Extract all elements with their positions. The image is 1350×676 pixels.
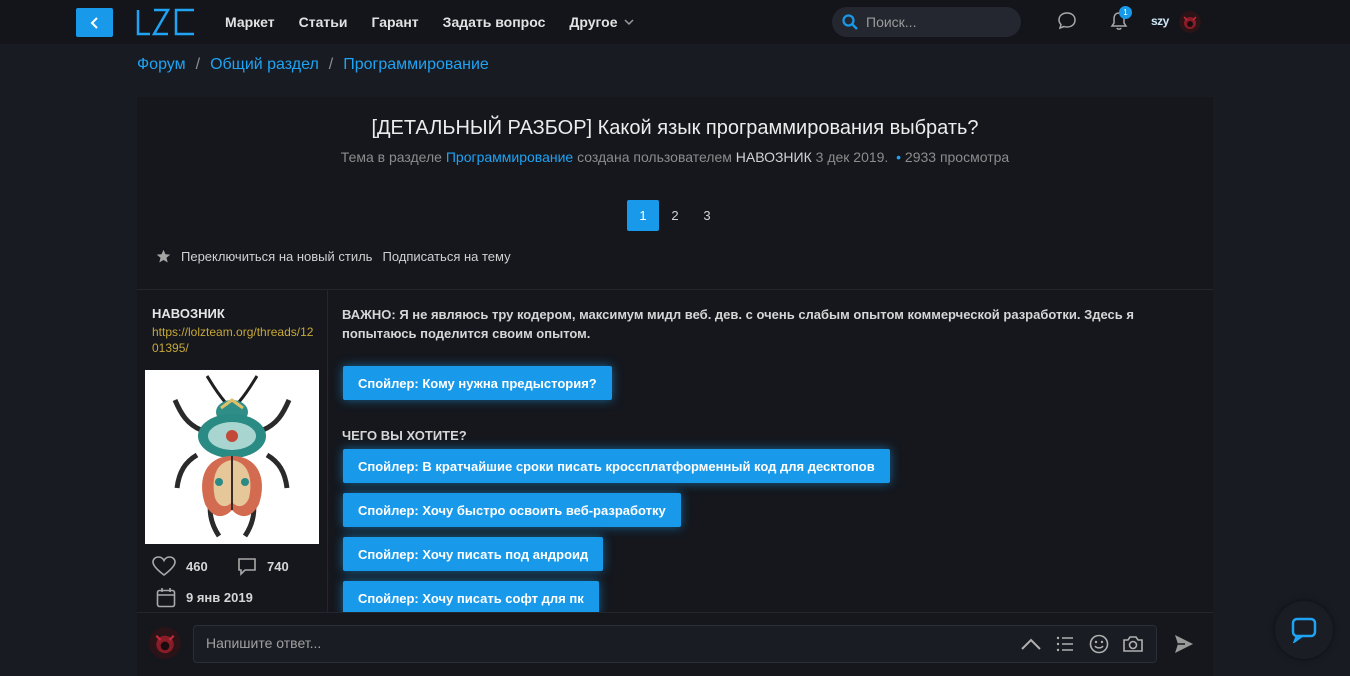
nav-other[interactable]: Другое [569,14,634,30]
avatar-image [1179,11,1201,33]
top-bar: Маркет Статьи Гарант Задать вопрос Друго… [0,0,1350,44]
reply-input[interactable] [206,635,806,651]
notification-badge: 1 [1119,6,1132,19]
star-icon [156,249,171,263]
messages-count: 740 [267,558,289,574]
spoiler-button[interactable]: Спойлер: Хочу писать софт для пк [343,581,599,615]
pagination: 1 2 3 [627,200,723,231]
breadcrumb-general[interactable]: Общий раздел [210,56,319,74]
nav-market[interactable]: Маркет [225,14,275,30]
nav-articles[interactable]: Статьи [299,14,348,30]
camera-icon[interactable] [1122,634,1144,654]
spoiler-button[interactable]: Спойлер: Кому нужна предыстория? [343,366,612,400]
breadcrumb-programming[interactable]: Программирование [343,56,489,74]
search-box[interactable] [832,7,1021,37]
heart-icon [152,556,176,576]
search-input[interactable] [866,14,1006,30]
breadcrumb-forum[interactable]: Форум [137,56,186,74]
chat-icon [1291,617,1317,643]
joined-date: 9 янв 2019 [186,590,253,605]
post-important-text: ВАЖНО: Я не являюсь тру кодером, максиму… [342,307,1134,341]
divider [137,289,1213,290]
thread-meta: Тема в разделе Программирование создана … [340,149,1010,165]
nav-ask-question[interactable]: Задать вопрос [443,14,546,30]
beetle-image [145,370,319,544]
chat-icon[interactable] [1057,11,1077,31]
reply-avatar [149,627,181,659]
breadcrumb-separator: / [328,56,334,73]
page-button[interactable]: 1 [627,200,659,231]
subscribe-link[interactable]: Подписаться на тему [382,249,510,264]
reply-box[interactable] [193,625,1157,663]
post-author-link[interactable]: https://lolzteam.org/threads/1201395/ [152,324,317,356]
message-icon [238,558,256,576]
thread-views: 2933 просмотра [904,149,1010,165]
user-avatar[interactable] [1179,11,1201,33]
reply-bar [137,612,1213,676]
likes-stat: 460 [152,556,208,576]
post-author-avatar[interactable] [145,370,319,544]
breadcrumb: Форум / Общий раздел / Программирование [137,56,489,74]
spoiler-button[interactable]: Спойлер: Хочу быстро освоить веб-разрабо… [343,493,681,527]
page-button[interactable]: 2 [659,200,691,231]
main-nav: Маркет Статьи Гарант Задать вопрос Друго… [225,0,658,44]
likes-count: 460 [186,558,208,574]
spoiler-button[interactable]: Спойлер: Хочу писать под андроид [343,537,604,571]
thread-actions: Переключиться на новый стиль Подписаться… [156,249,511,264]
spoiler-button[interactable]: Спойлер: В кратчайшие сроки писать кросс… [343,449,890,483]
send-icon[interactable] [1173,633,1195,655]
chevron-down-icon [623,18,634,25]
floating-chat-button[interactable] [1275,601,1333,659]
emoji-icon[interactable] [1089,634,1109,654]
post-section-heading: ЧЕГО ВЫ ХОТИТЕ? [342,428,467,443]
chevron-up-icon[interactable] [1020,636,1042,652]
page-button[interactable]: 3 [691,200,723,231]
breadcrumb-separator: / [195,56,201,73]
avatar-image [149,627,181,659]
back-button[interactable] [76,8,113,37]
post-author-name[interactable]: НАВОЗНИК [152,306,225,321]
search-icon [842,14,858,30]
thread-title: [ДЕТАЛЬНЫЙ РАЗБОР] Какой язык программир… [371,117,979,139]
list-icon[interactable] [1056,635,1074,653]
nav-guarantee[interactable]: Гарант [371,14,418,30]
chevron-left-icon [90,16,98,29]
divider [327,290,328,612]
calendar-icon [156,588,176,608]
site-logo[interactable] [136,8,196,36]
thread-section-link[interactable]: Программирование [446,149,573,165]
messages-stat: 740 [237,556,289,576]
thread-card: [ДЕТАЛЬНЫЙ РАЗБОР] Какой язык программир… [137,97,1213,676]
joined-stat: 9 янв 2019 [156,587,253,608]
user-tag[interactable]: szy [1151,14,1169,28]
thread-author-link[interactable]: НАВОЗНИК [736,149,812,165]
switch-style-link[interactable]: Переключиться на новый стиль [181,249,372,264]
